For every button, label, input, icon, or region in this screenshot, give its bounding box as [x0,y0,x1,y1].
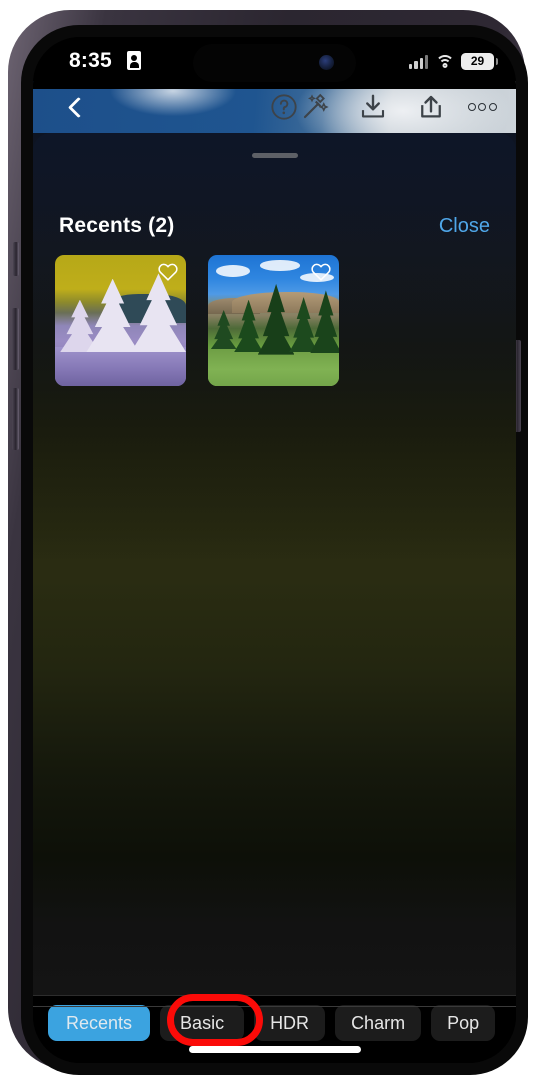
sheet-drag-handle[interactable] [251,153,298,158]
recents-header: Recents (2) Close [33,211,516,241]
wifi-icon [435,54,454,68]
tab-charm[interactable]: Charm [335,1005,422,1041]
cellular-signal-icon [409,54,428,69]
share-upload-icon [421,95,441,118]
battery-level-text: 29 [470,54,485,68]
more-dots-icon [467,103,497,111]
volume-up-button[interactable] [12,308,19,370]
battery-indicator: 29 [461,52,498,70]
phone-frame: Recents (2) Close 8:35 29 Recents Basic … [8,10,528,1075]
cloud [215,265,250,278]
magic-wand-icon [303,93,329,119]
mute-switch[interactable] [13,242,19,276]
recents-thumbnail-grid [55,255,339,386]
tab-recents[interactable]: Recents [48,1005,151,1041]
phone-screen: Recents (2) Close 8:35 29 Recents Basic … [33,37,516,1063]
question-mark-icon [271,94,297,120]
evergreen-tree [210,310,237,350]
negative-ground [55,346,186,386]
status-bar: 8:35 29 [33,37,516,89]
tab-basic[interactable]: Basic [160,1005,245,1041]
heart-icon[interactable] [157,261,179,283]
front-camera-icon [319,55,334,70]
dynamic-island [193,44,356,82]
close-button[interactable]: Close [439,215,490,238]
location-arrow-icon [127,51,141,70]
home-indicator[interactable] [188,1046,361,1053]
mountain-forest-thumbnail[interactable] [208,255,339,386]
volume-down-button[interactable] [12,388,19,450]
heart-icon[interactable] [310,261,332,283]
status-indicators: 29 [409,50,498,72]
inverted-forest-thumbnail[interactable] [55,255,186,386]
cloud [260,260,300,271]
download-icon [361,94,385,118]
tab-pop[interactable]: Pop [431,1005,496,1041]
meadow [208,349,339,386]
recents-sheet: Recents (2) Close [33,133,516,995]
tab-hdr[interactable]: HDR [254,1005,326,1041]
tab-bar-separator [33,1006,516,1007]
status-time: 8:35 [69,49,112,72]
chevron-left-icon [67,96,89,118]
recents-title: Recents (2) [59,214,175,237]
